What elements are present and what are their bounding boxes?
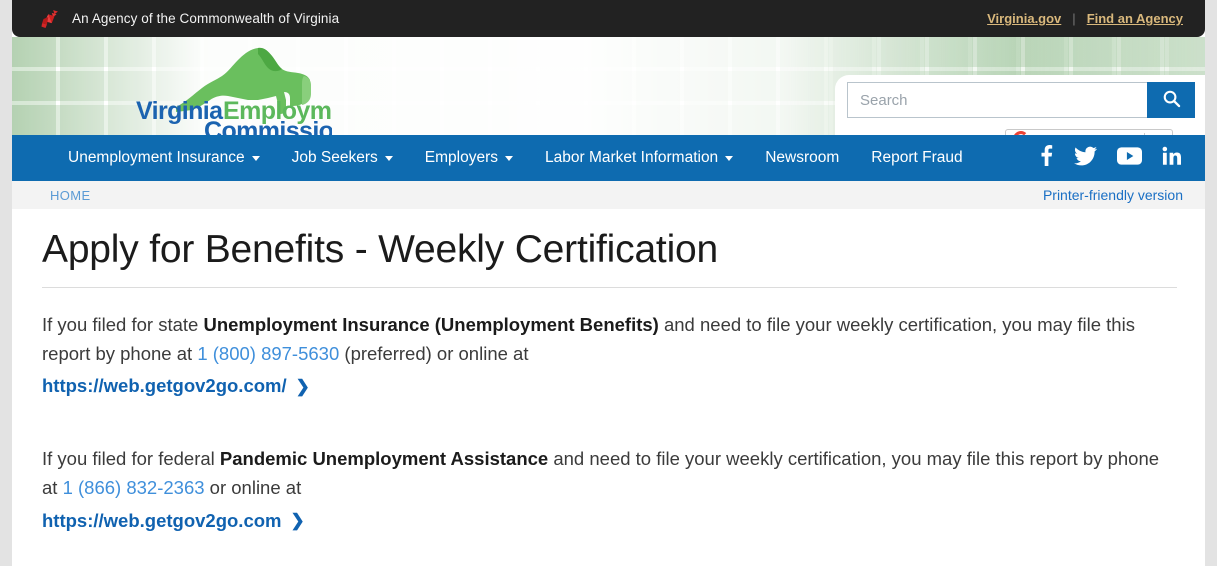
search-icon <box>1162 89 1181 111</box>
nav-label: Report Fraud <box>871 149 963 166</box>
search-button[interactable] <box>1147 82 1195 118</box>
para1-bold: Unemployment Insurance (Unemployment Ben… <box>203 314 659 336</box>
para1-text-1: If you filed for state <box>42 314 204 336</box>
breadcrumb-home-link[interactable]: HOME <box>50 188 91 203</box>
chevron-right-icon: ❯ <box>290 511 305 531</box>
nav-label: Newsroom <box>765 149 840 166</box>
paragraph-block-pua: If you filed for federal Pandemic Unempl… <box>42 445 1187 531</box>
nav-label: Employers <box>424 149 499 166</box>
social-links <box>1037 145 1205 171</box>
agency-bar-links: Virginia.gov | Find an Agency <box>987 11 1183 26</box>
nav-label: Job Seekers <box>291 149 378 166</box>
youtube-icon[interactable] <box>1117 146 1142 170</box>
nav-item-report-fraud[interactable]: Report Fraud <box>871 149 962 167</box>
nav-item-labor-market-information[interactable]: Labor Market Information <box>545 149 734 167</box>
page-canvas: An Agency of the Commonwealth of Virgini… <box>12 0 1205 566</box>
chevron-down-icon <box>251 155 260 161</box>
virginia-gov-link[interactable]: Virginia.gov <box>987 11 1061 26</box>
vec-logo[interactable]: Virginia Employment Commission <box>82 37 369 135</box>
nav-item-unemployment-insurance[interactable]: Unemployment Insurance <box>68 149 260 167</box>
facebook-icon[interactable] <box>1037 145 1054 171</box>
phone-link-pua[interactable]: 1 (866) 832-2363 <box>63 477 205 498</box>
linkedin-icon[interactable] <box>1162 146 1181 171</box>
commonwealth-agency-bar: An Agency of the Commonwealth of Virgini… <box>12 0 1205 37</box>
nav-item-job-seekers[interactable]: Job Seekers <box>292 149 393 167</box>
gov2go-link-state-ui[interactable]: https://web.getgov2go.com/ <box>42 375 287 397</box>
title-divider <box>42 287 1177 289</box>
find-an-agency-link[interactable]: Find an Agency <box>1087 11 1183 26</box>
gov2go-link-pua[interactable]: https://web.getgov2go.com <box>42 510 281 532</box>
cardinal-bird-icon <box>38 8 60 30</box>
nav-item-newsroom[interactable]: Newsroom <box>765 149 839 167</box>
paragraph-block-state-ui: If you filed for state Unemployment Insu… <box>42 311 1187 397</box>
chevron-right-icon: ❯ <box>295 376 310 396</box>
printer-friendly-version-link[interactable]: Printer-friendly version <box>1043 187 1183 203</box>
main-content: Apply for Benefits - Weekly Certificatio… <box>12 209 1205 566</box>
url-line-pua: https://web.getgov2go.com ❯ <box>42 510 1187 532</box>
nav-label: Labor Market Information <box>545 149 719 166</box>
page-title: Apply for Benefits - Weekly Certificatio… <box>42 228 719 271</box>
svg-text:Commission: Commission <box>204 117 332 135</box>
twitter-icon[interactable] <box>1074 146 1097 171</box>
utility-links-row: Contact Us | FAQ Select Language <box>848 127 1174 135</box>
nav-item-employers[interactable]: Employers <box>424 149 514 167</box>
paragraph-state-ui: If you filed for state Unemployment Insu… <box>42 311 1162 368</box>
search-row <box>847 82 1195 118</box>
nav-label: Unemployment Insurance <box>68 149 245 166</box>
para2-bold: Pandemic Unemployment Assistance <box>219 448 549 470</box>
chevron-down-icon <box>384 155 393 161</box>
para1-text-3: (preferred) or online at <box>339 342 529 364</box>
primary-navigation: Unemployment Insurance Job Seekers Emplo… <box>12 135 1205 181</box>
para2-text-1: If you filed for federal <box>42 448 220 470</box>
agency-bar-separator: | <box>1072 11 1076 26</box>
paragraph-pua: If you filed for federal Pandemic Unempl… <box>42 445 1162 502</box>
agency-bar-text: An Agency of the Commonwealth of Virgini… <box>72 11 340 26</box>
search-input[interactable] <box>847 82 1147 118</box>
page-root: An Agency of the Commonwealth of Virgini… <box>0 0 1217 566</box>
phone-link-state-ui[interactable]: 1 (800) 897-5630 <box>197 343 339 364</box>
chevron-down-icon <box>505 155 514 161</box>
chevron-down-icon <box>725 155 734 161</box>
agency-identity: An Agency of the Commonwealth of Virgini… <box>38 8 339 30</box>
masthead: Virginia Employment Commission <box>12 37 1205 135</box>
breadcrumb: HOME Printer-friendly version <box>12 181 1205 209</box>
utility-pod: Contact Us | FAQ Select Language <box>835 75 1205 135</box>
url-line-state-ui: https://web.getgov2go.com/ ❯ <box>42 375 1187 397</box>
para2-text-3: or online at <box>204 477 302 499</box>
